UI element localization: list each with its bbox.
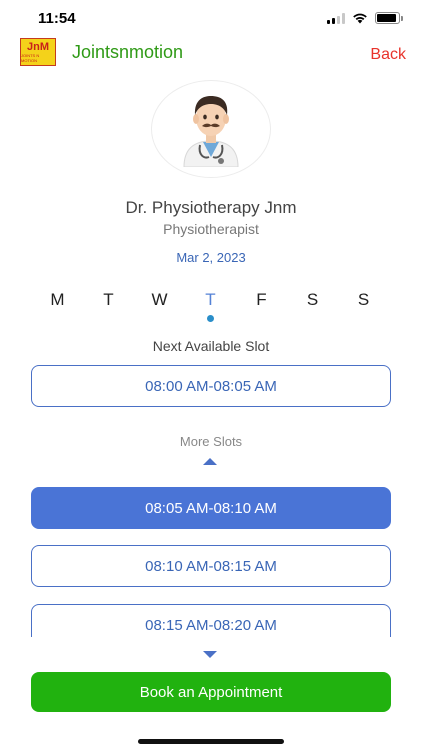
slot-button[interactable]: 08:05 AM-08:10 AM [31, 487, 391, 529]
cellular-signal-icon [327, 12, 345, 24]
back-button[interactable]: Back [370, 46, 406, 64]
scroll-down-arrow-icon[interactable] [203, 651, 217, 658]
doctor-avatar [151, 80, 271, 178]
next-available-slot-button[interactable]: 08:00 AM-08:05 AM [31, 365, 391, 407]
scroll-up-arrow-icon[interactable] [203, 458, 217, 465]
app-header: JnM JOINTS N MOTION Jointsnmotion Back [0, 36, 422, 72]
weekday-saturday[interactable]: S [287, 290, 338, 324]
weekday-wednesday[interactable]: W [134, 290, 185, 324]
selected-date: Mar 2, 2023 [176, 250, 246, 265]
app-title: Jointsnmotion [72, 42, 184, 62]
doctor-emoji-icon [183, 96, 239, 167]
doctor-role: Physiotherapist [163, 221, 259, 237]
weekday-thursday[interactable]: T [185, 290, 236, 324]
book-appointment-button[interactable]: Book an Appointment [31, 672, 391, 712]
more-slots-label: More Slots [179, 434, 243, 449]
weekday-monday[interactable]: M [32, 290, 83, 324]
home-indicator [138, 739, 284, 744]
more-slots-list: 08:05 AM-08:10 AM 08:10 AM-08:15 AM 08:1… [0, 480, 422, 637]
app-logo: JnM JOINTS N MOTION [20, 38, 56, 66]
next-available-slot-label: Next Available Slot [152, 338, 270, 354]
logo-text: JnM [27, 40, 49, 53]
status-bar: 11:54 [0, 0, 422, 36]
battery-level [377, 14, 396, 22]
status-time: 11:54 [38, 10, 76, 27]
weekday-tuesday[interactable]: T [83, 290, 134, 324]
weekday-friday[interactable]: F [236, 290, 287, 324]
doctor-name: Dr. Physiotherapy Jnm [125, 198, 297, 217]
battery-icon [375, 12, 403, 24]
wifi-icon [353, 13, 367, 24]
weekday-sunday[interactable]: S [338, 290, 389, 324]
slot-button[interactable]: 08:10 AM-08:15 AM [31, 545, 391, 587]
status-icons [327, 12, 403, 24]
slot-button[interactable]: 08:15 AM-08:20 AM [31, 604, 391, 637]
logo-subtext: JOINTS N MOTION [21, 52, 40, 63]
week-selector: M T W T F S S [32, 290, 389, 324]
